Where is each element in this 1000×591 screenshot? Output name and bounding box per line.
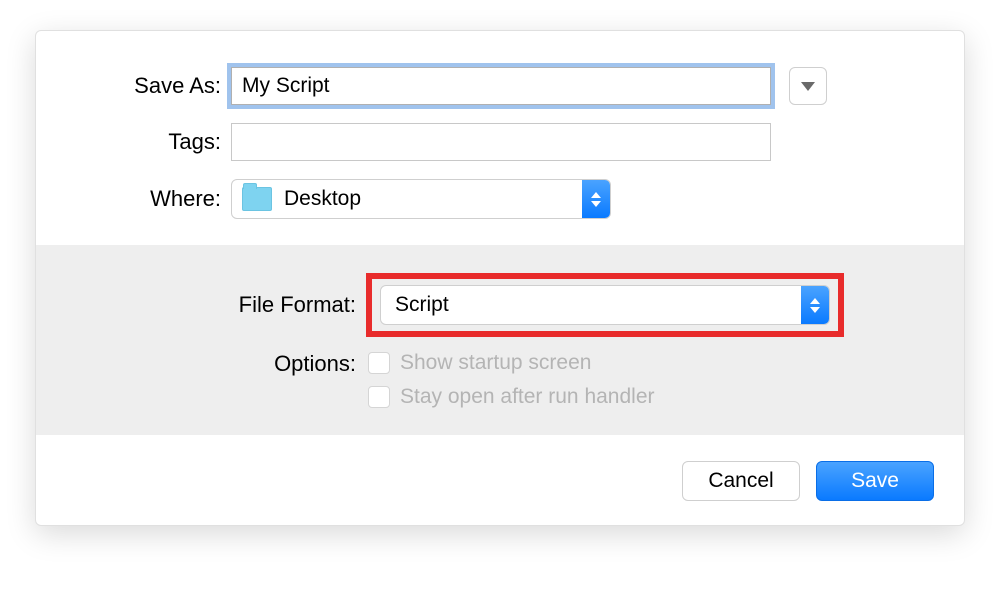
- updown-arrows-icon: [582, 180, 610, 218]
- options-row: Options: Show startup screen Stay open a…: [66, 351, 934, 409]
- save-dialog: Save As: Tags: Where: Desktop: [35, 30, 965, 526]
- file-format-row: File Format: Script: [66, 273, 934, 337]
- file-format-highlight: Script: [366, 273, 844, 337]
- folder-icon: [242, 187, 272, 211]
- option-stay-open: Stay open after run handler: [368, 385, 655, 409]
- saveas-row: Save As:: [36, 67, 964, 105]
- file-format-value: Script: [395, 293, 449, 317]
- tags-input[interactable]: [231, 123, 771, 161]
- checkbox-label: Stay open after run handler: [400, 385, 655, 409]
- expand-button[interactable]: [789, 67, 827, 105]
- options-label: Options:: [66, 351, 366, 377]
- where-select[interactable]: Desktop: [231, 179, 611, 219]
- file-format-label: File Format:: [66, 292, 366, 318]
- where-value: Desktop: [284, 187, 361, 211]
- where-row: Where: Desktop: [36, 179, 964, 219]
- checkbox-show-startup: [368, 352, 390, 374]
- updown-arrows-icon: [801, 286, 829, 324]
- tags-row: Tags:: [36, 123, 964, 161]
- save-button[interactable]: Save: [816, 461, 934, 501]
- file-format-select[interactable]: Script: [380, 285, 830, 325]
- dialog-footer: Cancel Save: [36, 461, 964, 501]
- options-section: File Format: Script Options: Show startu…: [36, 245, 964, 435]
- chevron-down-icon: [801, 82, 815, 91]
- tags-label: Tags:: [66, 129, 231, 155]
- checkbox-stay-open: [368, 386, 390, 408]
- cancel-button[interactable]: Cancel: [682, 461, 800, 501]
- checkbox-label: Show startup screen: [400, 351, 591, 375]
- where-label: Where:: [66, 186, 231, 212]
- option-show-startup: Show startup screen: [368, 351, 655, 375]
- saveas-input[interactable]: [231, 67, 771, 105]
- saveas-label: Save As:: [66, 73, 231, 99]
